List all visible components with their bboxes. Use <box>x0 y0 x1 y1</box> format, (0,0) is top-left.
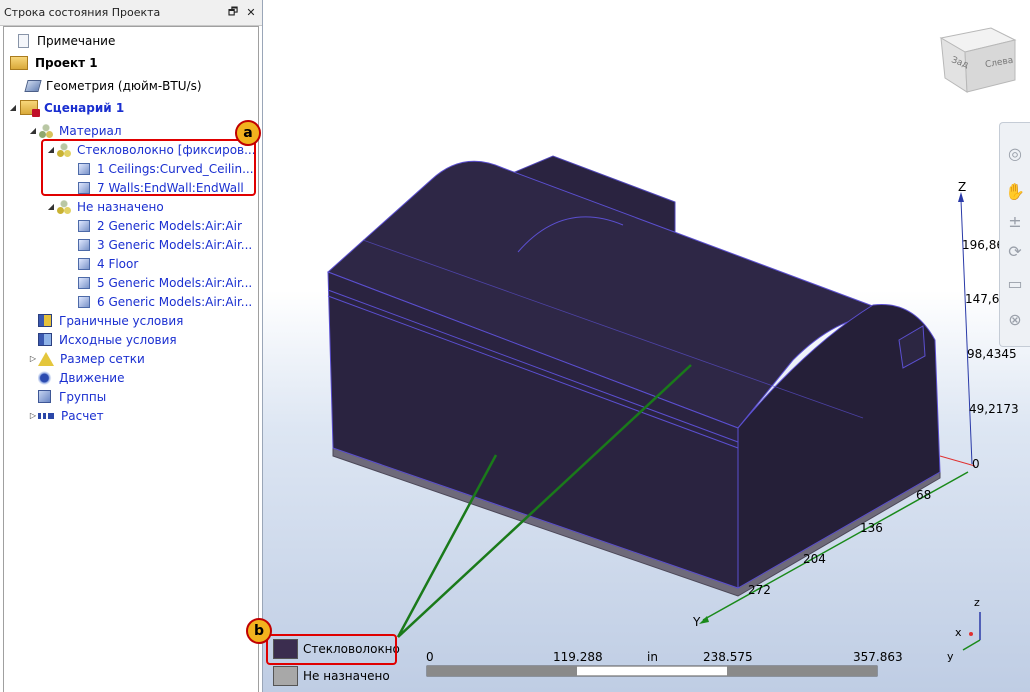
part-cube-icon <box>78 276 90 289</box>
triad-y-line <box>962 639 981 651</box>
triad-x-label: x <box>955 626 962 639</box>
material-icon <box>56 198 72 215</box>
z-tick: 49,2173 <box>969 402 1019 416</box>
collapse-icon[interactable]: ◢ <box>8 103 18 112</box>
groups-icon <box>38 390 51 403</box>
tree-item-scenario[interactable]: ◢ Сценарий 1 <box>8 98 124 117</box>
scale-label: 238.575 <box>703 650 753 664</box>
project-folder-icon <box>10 55 28 70</box>
part-cube-icon <box>78 238 90 251</box>
navigation-bar: ◎ ✋ ± ⟳ ▭ ⊗ <box>999 122 1030 347</box>
legend-highlight-box <box>266 634 397 665</box>
y-tick: 272 <box>748 583 771 597</box>
model-canvas[interactable] <box>263 0 1030 692</box>
steering-wheel-icon[interactable]: ◎ <box>1005 143 1025 163</box>
expand-icon[interactable]: ▷ <box>28 354 38 363</box>
tree-item-part[interactable]: 2 Generic Models:Air:Air <box>76 216 242 235</box>
part-cube-icon <box>78 295 90 308</box>
triad-z-label: z <box>974 596 980 609</box>
close-panel-button[interactable]: ✕ <box>244 6 258 20</box>
legend-swatch-unassigned <box>273 666 298 686</box>
look-icon[interactable]: ▭ <box>1005 273 1025 293</box>
calculation-icon <box>38 412 54 419</box>
y-tick: 68 <box>916 488 932 502</box>
initial-conditions-icon <box>38 333 52 346</box>
tree-item-groups[interactable]: Группы <box>28 387 106 406</box>
tree-item-part[interactable]: 3 Generic Models:Air:Air... <box>76 235 252 254</box>
zoom-icon[interactable]: ± <box>1005 211 1025 231</box>
panel-header: Строка состояния Проекта 🗗 ✕ <box>0 0 262 26</box>
scale-label: 119.288 <box>553 650 603 664</box>
callout-a: a <box>235 120 261 146</box>
y-tick: 136 <box>860 521 883 535</box>
geometry-icon <box>24 79 42 92</box>
tree-item-calculation[interactable]: ▷ Расчет <box>28 406 104 425</box>
3d-viewport[interactable]: Зад Слева Z 196,869 147,652 98,4345 49,2… <box>263 0 1030 692</box>
boundary-conditions-icon <box>38 314 52 327</box>
tree-item-part[interactable]: 4 Floor <box>76 254 138 273</box>
legend-label-unassigned: Не назначено <box>303 669 390 683</box>
close-navigation-icon[interactable]: ⊗ <box>1005 309 1025 329</box>
orbit-icon[interactable]: ⟳ <box>1005 241 1025 261</box>
tree-item-geometry[interactable]: Геометрия (дюйм-BTU/s) <box>16 76 202 95</box>
triad-x-dot <box>969 632 973 636</box>
z-axis-label: Z <box>958 180 967 194</box>
material-icon <box>38 122 54 139</box>
y-tick: 204 <box>803 552 826 566</box>
part-cube-icon <box>78 257 90 270</box>
part-cube-icon <box>78 219 90 232</box>
scenario-icon <box>20 100 40 117</box>
mesh-size-icon <box>38 351 54 366</box>
tree-item-part[interactable]: 6 Generic Models:Air:Air... <box>76 292 252 311</box>
expand-icon[interactable]: ▷ <box>28 411 38 420</box>
collapse-icon[interactable]: ◢ <box>46 202 56 211</box>
note-icon <box>18 33 29 48</box>
tree-item-project[interactable]: Проект 1 <box>0 53 98 72</box>
motion-icon <box>38 369 54 386</box>
scale-bar-segment <box>427 666 577 676</box>
tree-item-motion[interactable]: Движение <box>28 368 124 387</box>
tree-item-unassigned[interactable]: ◢ Не назначено <box>46 197 164 216</box>
tree-item-boundary-conditions[interactable]: Граничные условия <box>28 311 183 330</box>
scale-bar-segment <box>727 666 877 676</box>
callout-b: b <box>246 618 272 644</box>
tree-item-mesh-size[interactable]: ▷ Размер сетки <box>28 349 145 368</box>
y-axis-label: Y <box>693 615 701 629</box>
project-status-panel: Строка состояния Проекта 🗗 ✕ Примечание … <box>0 0 263 692</box>
z-tick: 98,4345 <box>967 347 1017 361</box>
scale-unit-label: in <box>647 650 658 664</box>
z-tick: 0 <box>972 457 980 471</box>
panel-title: Строка состояния Проекта <box>4 6 161 19</box>
pan-hand-icon[interactable]: ✋ <box>1005 181 1025 201</box>
tree-item-note[interactable]: Примечание <box>6 31 115 50</box>
x-axis-line <box>939 455 976 467</box>
float-panel-button[interactable]: 🗗 <box>226 5 240 20</box>
scale-label: 357.863 <box>853 650 903 664</box>
tree-item-part[interactable]: 5 Generic Models:Air:Air... <box>76 273 252 292</box>
fiberglass-highlight-box <box>41 139 256 196</box>
tree-item-initial-conditions[interactable]: Исходные условия <box>28 330 177 349</box>
triad-y-label: y <box>947 650 954 663</box>
scale-label: 0 <box>426 650 434 664</box>
tree-item-material[interactable]: ◢ Материал <box>28 121 122 140</box>
collapse-icon[interactable]: ◢ <box>28 126 38 135</box>
